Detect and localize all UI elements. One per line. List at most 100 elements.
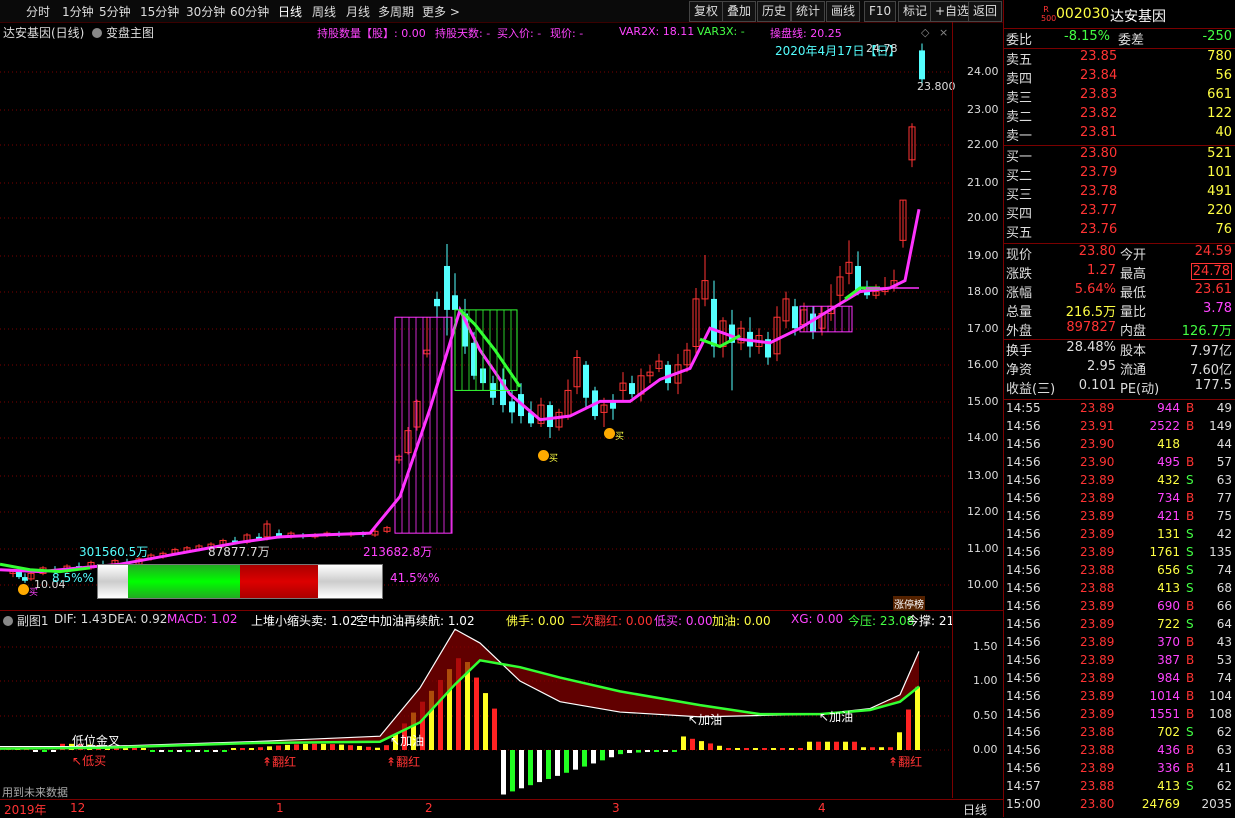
period-tab[interactable]: 15分钟	[140, 3, 179, 20]
quote-stat-row: 涨幅 5.64% 最低 23.61	[1006, 282, 1232, 301]
price-axis: 24.00 23.00 22.00 21.00 20.00 19.00 18.00 17.00…	[952, 22, 1004, 610]
macd-bar	[708, 743, 713, 750]
trade-tick-row: 14:56 23.89 1014 B 104	[1006, 689, 1232, 703]
low-buy-label: ↖低买	[72, 754, 107, 768]
macd-bar	[474, 677, 479, 750]
candle	[413, 399, 421, 431]
macd-bar	[771, 748, 776, 750]
toolbar-button[interactable]: 标记	[898, 1, 933, 22]
toolbar-button[interactable]: 返回	[968, 1, 1003, 22]
stock-header: R 500 002030 达安基因	[1004, 0, 1235, 28]
high-label: 24.78	[866, 42, 898, 55]
ask-level: 卖五 23.85 780	[1006, 49, 1232, 68]
toolbar-button[interactable]: 画线	[826, 1, 861, 22]
candle	[22, 573, 28, 583]
macd-bar	[573, 750, 578, 770]
macd-bar	[807, 741, 812, 750]
macd-tick: 1.50	[973, 640, 998, 653]
trade-tick-row: 14:56 23.89 421 B 75	[1006, 509, 1232, 523]
macd-bar	[762, 748, 767, 750]
toolbar-button[interactable]: 复权	[689, 1, 724, 22]
macd-bar	[213, 750, 218, 752]
macd-bar	[654, 750, 659, 752]
candlestick-plot[interactable]	[0, 22, 1003, 610]
period-tab[interactable]: 多周期	[378, 3, 414, 20]
trade-tick-row: 14:56 23.91 2522 B 149	[1006, 419, 1232, 433]
fanhong-label: ↟翻红	[888, 755, 923, 769]
macd-bar	[168, 750, 173, 752]
candle	[899, 199, 907, 248]
candle	[692, 287, 700, 354]
period-tab[interactable]: 周线	[312, 3, 336, 20]
period-tab[interactable]: 30分钟	[186, 3, 225, 20]
macd-bar	[690, 738, 695, 750]
pct-right-label: 41.5%%	[390, 571, 440, 585]
period-tab[interactable]: 月线	[346, 3, 370, 20]
macd-bar	[357, 745, 362, 750]
limit-up-list-button[interactable]: 涨停榜	[893, 596, 925, 611]
logo-icon: R 500	[1041, 5, 1057, 23]
buy-signal-icon: 买	[18, 584, 38, 598]
macd-bar	[51, 750, 56, 752]
trade-tick-row: 14:56 23.90 418 44	[1006, 437, 1232, 451]
candle	[818, 306, 826, 336]
macd-bar	[627, 750, 632, 754]
macd-bar	[744, 748, 749, 750]
period-tab[interactable]: 分时	[26, 3, 50, 20]
macd-bar	[897, 732, 902, 750]
candle	[383, 525, 391, 534]
period-tab[interactable]: 5分钟	[99, 3, 131, 20]
candle	[555, 408, 563, 431]
trade-tick-row: 15:00 23.80 24769 2035	[1006, 797, 1232, 811]
trade-tick-row: 14:56 23.89 370 B 43	[1006, 635, 1232, 649]
quote-stat-row: 收益(三) 0.101 PE(动) 177.5	[1006, 378, 1232, 397]
date-axis: 2019年 12 1 2 3 4 日线	[0, 799, 1003, 818]
candle	[836, 265, 844, 307]
macd-bar	[483, 693, 488, 750]
last-label: 23.800	[917, 80, 956, 93]
macd-bar	[825, 741, 830, 750]
candle	[537, 397, 545, 428]
macd-bar	[843, 741, 848, 750]
candle	[747, 317, 753, 358]
candle	[655, 353, 663, 373]
macd-bar	[42, 750, 47, 752]
year-label: 2019年	[4, 803, 47, 817]
period-tab[interactable]: 日线	[278, 3, 302, 20]
macd-bar	[888, 747, 893, 750]
candle	[827, 284, 835, 321]
month-label: 2	[425, 801, 433, 815]
toolbar-button[interactable]: 历史	[757, 1, 792, 22]
bid-level: 买五 23.76 76	[1006, 222, 1232, 241]
main-chart[interactable]: 达安基因(日线) 变盘主图 持股数量【股】: 0.00 持股天数: - 买入价: -…	[0, 22, 1003, 611]
toolbar-button[interactable]: 叠加	[722, 1, 757, 22]
macd-bar	[240, 748, 245, 750]
macd-bar	[501, 750, 506, 795]
macd-plot[interactable]	[0, 611, 1003, 798]
candle	[881, 276, 889, 296]
macd-bar	[258, 747, 263, 750]
candle	[845, 240, 853, 285]
trade-tick-row: 14:56 23.89 1761 S 135	[1006, 545, 1232, 559]
price-tick: 16.00	[967, 358, 999, 371]
macd-bar	[141, 748, 146, 750]
macd-bar	[33, 750, 38, 752]
candle	[646, 364, 654, 384]
trade-tick-row: 14:55 23.89 944 B 49	[1006, 401, 1232, 415]
macd-subchart[interactable]: 副图1 DIF: 1.43 DEA: 0.92 MACD: 1.02 上堆小缩头卖: …	[0, 611, 1003, 799]
toolbar-button[interactable]: F10	[864, 1, 897, 22]
macd-bar	[699, 741, 704, 750]
period-tab[interactable]: 60分钟	[230, 3, 269, 20]
position-bar	[97, 564, 383, 599]
period-tab[interactable]: 更多 >	[422, 3, 460, 20]
bid-level: 买三 23.78 491	[1006, 184, 1232, 203]
price-tick: 21.00	[967, 176, 999, 189]
macd-bar	[285, 744, 290, 750]
price-tick: 24.00	[967, 65, 999, 78]
volume-label-1: 301560.5万	[79, 545, 149, 559]
price-tick: 22.00	[967, 138, 999, 151]
toolbar-button[interactable]: 统计	[791, 1, 826, 22]
period-tab[interactable]: 1分钟	[62, 3, 94, 20]
price-tick: 20.00	[967, 211, 999, 224]
period-indicator-button[interactable]: 日线	[963, 801, 987, 818]
